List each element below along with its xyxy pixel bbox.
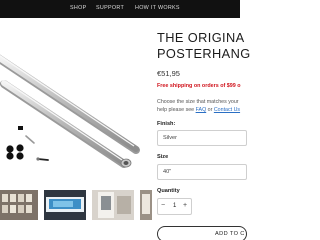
add-to-cart-label: ADD TO C bbox=[215, 231, 245, 237]
description-help-text: help please see bbox=[157, 107, 196, 113]
size-select[interactable]: 40" bbox=[157, 164, 247, 180]
free-shipping-notice: Free shipping on orders of $99 o bbox=[157, 83, 241, 89]
quantity-input[interactable]: 1 bbox=[173, 203, 176, 209]
thumbnail-3[interactable] bbox=[92, 190, 134, 220]
nav-support[interactable]: SUPPORT bbox=[96, 5, 124, 11]
quantity-decrease-button[interactable]: − bbox=[161, 202, 165, 209]
thumbnail-4[interactable] bbox=[140, 190, 152, 220]
top-nav-bar: SHOP SUPPORT HOW IT WORKS bbox=[0, 0, 240, 18]
product-price: €51,95 bbox=[157, 69, 180, 78]
nav-how-it-works[interactable]: HOW IT WORKS bbox=[135, 5, 180, 11]
quantity-label: Quantity bbox=[157, 188, 180, 194]
product-description-line2: help please see FAQ or Contact Us bbox=[157, 107, 240, 113]
thumbnail-1[interactable] bbox=[0, 190, 38, 220]
quantity-stepper: − 1 + bbox=[157, 198, 192, 215]
size-label: Size bbox=[157, 154, 169, 160]
product-description-line1: Choose the size that matches your bbox=[157, 99, 239, 105]
product-title-line2: POSTERHANG bbox=[157, 46, 251, 61]
finish-selected-value: Silver bbox=[163, 135, 177, 141]
finish-label: Finish: bbox=[157, 121, 176, 127]
size-selected-value: 40" bbox=[163, 169, 172, 175]
contact-us-link[interactable]: Contact Us bbox=[214, 107, 240, 113]
nav-shop[interactable]: SHOP bbox=[70, 5, 86, 11]
product-title-line1: THE ORIGINA bbox=[157, 30, 245, 45]
thumbnail-2[interactable] bbox=[44, 190, 86, 220]
product-main-image[interactable] bbox=[0, 32, 150, 182]
faq-link[interactable]: FAQ bbox=[196, 107, 207, 113]
add-to-cart-button[interactable]: ADD TO C bbox=[157, 226, 247, 240]
finish-select[interactable]: Silver bbox=[157, 130, 247, 146]
description-or-text: or bbox=[206, 107, 214, 113]
quantity-increase-button[interactable]: + bbox=[183, 202, 187, 209]
